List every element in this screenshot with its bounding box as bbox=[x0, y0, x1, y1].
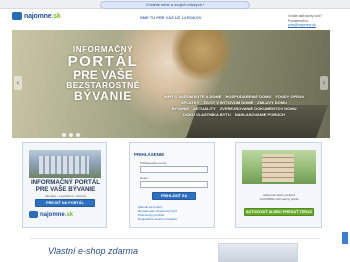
side-tab-icon[interactable] bbox=[342, 232, 348, 244]
login-button[interactable]: PRIHLÁSIŤ SA bbox=[152, 192, 196, 200]
contact-line-1: Voláte aktivačný kód? bbox=[288, 14, 322, 18]
logo-text: najomne.sk bbox=[24, 12, 61, 20]
portal-card: INFORMAČNÝ PORTÁL PRE VAŠE BÝVANIE Aktua… bbox=[22, 142, 107, 228]
hero-banner: INFORMAČNÝ PORTÁL PRE VAŠE BEZSTAROSTNÉ … bbox=[12, 30, 330, 138]
hero-line-5: BÝVANIE bbox=[73, 89, 133, 103]
logo-mark-icon bbox=[12, 12, 22, 20]
login-heading: PRIHLÁSENIE bbox=[134, 152, 165, 157]
activate-card: Aktivovať alebo prečítať NAJOMNE Informa… bbox=[235, 142, 322, 228]
login-links: Zabudli ste heslo? Nemáte ešte prístupov… bbox=[138, 205, 177, 221]
password-label: Heslo: bbox=[140, 176, 149, 180]
eshop-section: Vlastní e-shop zdarma bbox=[30, 238, 320, 262]
portal-card-logo-text: najomne.sk bbox=[40, 211, 74, 218]
menu-item[interactable]: NAHLASOVANIE PORÚCH bbox=[235, 112, 285, 118]
eshop-image bbox=[218, 243, 298, 262]
slider-dots[interactable] bbox=[62, 133, 80, 137]
feature-cards: INFORMAČNÝ PORTÁL PRE VAŠE BÝVANIE Aktua… bbox=[22, 142, 322, 228]
header-contact: Voláte aktivačný kód? Poradenstvo: plus@… bbox=[288, 14, 322, 28]
menu-row: DOKU VLASTNÍKA BYTU NAHLASOVANIE PORÚCH bbox=[148, 112, 320, 118]
portal-card-photo bbox=[29, 150, 101, 178]
menu-item[interactable]: DOKU VLASTNÍKA BYTU bbox=[183, 112, 231, 118]
site-logo[interactable]: najomne.sk bbox=[12, 11, 61, 21]
header-tagline: SME TU PRE VÁS UŽ 14 ROKOV bbox=[140, 15, 202, 20]
slider-prev-icon[interactable]: ‹ bbox=[14, 76, 22, 90]
slider-next-icon[interactable]: › bbox=[320, 76, 328, 90]
contact-email-link[interactable]: plus@najomne.sk bbox=[288, 23, 322, 28]
hero-photo-hair bbox=[172, 30, 232, 80]
logo-mark-icon bbox=[29, 211, 38, 218]
username-input[interactable] bbox=[140, 166, 208, 173]
activate-button[interactable]: AKTIVOVAŤ ALEBO PREDAŤ TERAZ bbox=[244, 208, 314, 216]
hero-menu: INFO O VAŠOM BYTE A DOME HOSPODÁRENIE DO… bbox=[148, 94, 320, 118]
hero-line-2: PORTÁL bbox=[67, 53, 139, 70]
go-to-portal-button[interactable]: PREJSŤ NA PORTÁL bbox=[35, 199, 95, 207]
hero-headline: INFORMAČNÝ PORTÁL PRE VAŠE BEZSTAROSTNÉ … bbox=[48, 45, 158, 103]
username-label: Prihlasovacie meno: bbox=[140, 161, 168, 165]
notice-banner[interactable]: Chráňte sebe a svojich blízkych ! bbox=[100, 1, 250, 9]
slider-dot[interactable] bbox=[62, 133, 66, 137]
slider-dot[interactable] bbox=[76, 133, 80, 137]
eshop-title[interactable]: Vlastní e-shop zdarma bbox=[48, 246, 138, 256]
portal-card-title: INFORMAČNÝ PORTÁL PRE VAŠE BÝVANIE bbox=[23, 179, 108, 193]
activate-desc-line-2: NAJOMNE Informačný portál bbox=[259, 197, 299, 201]
login-link[interactable]: Registrácia nového užívateľa bbox=[138, 217, 177, 221]
activate-card-photo bbox=[242, 150, 316, 184]
password-input[interactable] bbox=[140, 181, 208, 188]
activate-card-description: Aktivovať alebo prečítať NAJOMNE Informa… bbox=[242, 193, 316, 201]
portal-card-logo: najomne.sk bbox=[29, 211, 73, 218]
slider-dot[interactable] bbox=[69, 133, 73, 137]
top-bar: Chráňte sebe a svojich blízkych ! bbox=[0, 0, 350, 9]
portal-card-subtitle: Aktuality • Legislatíva • Návody bbox=[44, 194, 87, 198]
portal-card-title-line-2: PRE VAŠE BÝVANIE bbox=[35, 185, 96, 193]
login-card: PRIHLÁSENIE Prihlasovacie meno: Heslo: P… bbox=[129, 142, 215, 228]
